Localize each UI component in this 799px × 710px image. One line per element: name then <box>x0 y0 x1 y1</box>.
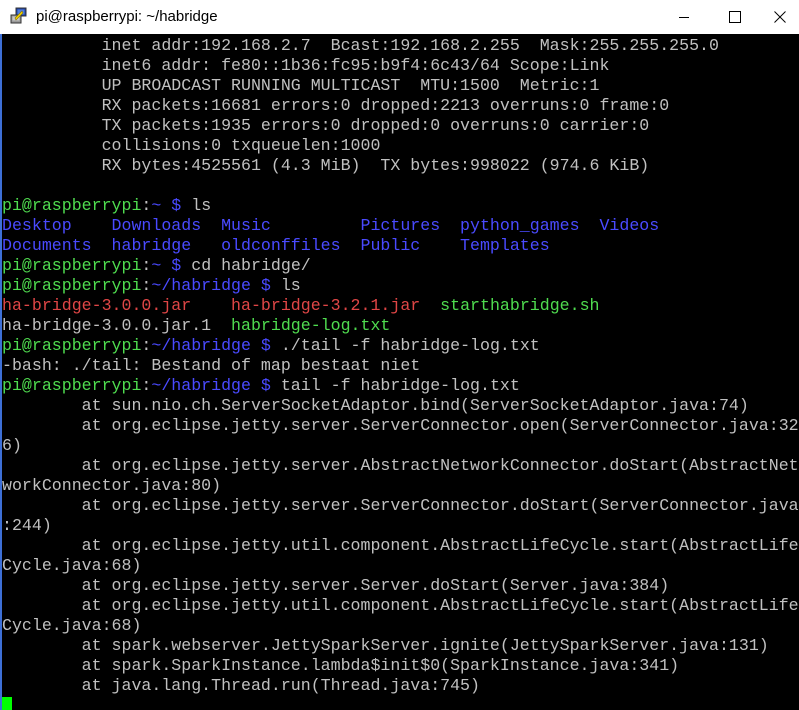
terminal-text-segment: cd habridge/ <box>191 256 311 275</box>
terminal-line: inet addr:192.168.2.7 Bcast:192.168.2.25… <box>2 36 799 56</box>
terminal-line: pi@raspberrypi:~/habridge $ ./tail -f ha… <box>2 336 799 356</box>
close-button[interactable] <box>757 0 799 33</box>
terminal-text-segment: pi@raspberrypi <box>2 336 142 355</box>
terminal-window: pi@raspberrypi: ~/habridge inet addr:192… <box>0 0 799 710</box>
minimize-button[interactable] <box>661 0 707 33</box>
terminal-text-segment: collisions:0 txqueuelen:1000 <box>2 136 381 155</box>
terminal-text-segment: at spark.webserver.JettySparkServer.igni… <box>2 636 769 655</box>
putty-icon <box>10 7 28 25</box>
terminal-text-segment: pi@raspberrypi <box>2 196 142 215</box>
terminal-text-segment: Desktop Downloads Music Pictures python_… <box>2 216 660 235</box>
terminal-text-segment: : <box>141 376 152 395</box>
terminal-text-segment: at java.lang.Thread.run(Thread.java:745) <box>2 676 480 695</box>
terminal-text-segment: pi@raspberrypi <box>2 376 142 395</box>
terminal-text-segment: ls <box>280 276 301 295</box>
maximize-icon <box>729 10 741 23</box>
terminal-line: :244) <box>2 516 799 536</box>
terminal-line: pi@raspberrypi:~/habridge $ ls <box>2 276 799 296</box>
terminal-line: at org.eclipse.jetty.server.ServerConnec… <box>2 416 799 436</box>
terminal-line: -bash: ./tail: Bestand of map bestaat ni… <box>2 356 799 376</box>
terminal-text-segment: at org.eclipse.jetty.util.component.Abst… <box>2 596 799 615</box>
terminal-text-segment: : <box>141 336 152 355</box>
terminal-line: collisions:0 txqueuelen:1000 <box>2 136 799 156</box>
minimize-icon <box>678 11 690 23</box>
terminal-output[interactable]: inet addr:192.168.2.7 Bcast:192.168.2.25… <box>0 34 799 710</box>
terminal-text-segment: ls <box>191 196 212 215</box>
terminal-line: Cycle.java:68) <box>2 616 799 636</box>
terminal-text-segment: at org.eclipse.jetty.server.Server.doSta… <box>2 576 670 595</box>
window-title: pi@raspberrypi: ~/habridge <box>36 8 218 25</box>
terminal-text-segment: RX packets:16681 errors:0 dropped:2213 o… <box>2 96 670 115</box>
terminal-line: at org.eclipse.jetty.util.component.Abst… <box>2 536 799 556</box>
terminal-text-segment: : <box>141 256 152 275</box>
close-icon <box>774 10 786 23</box>
terminal-line: at org.eclipse.jetty.server.Server.doSta… <box>2 576 799 596</box>
terminal-input-line[interactable] <box>2 696 799 710</box>
terminal-text-segment: RX bytes:4525561 (4.3 MiB) TX bytes:9980… <box>2 156 650 175</box>
terminal-line: at sun.nio.ch.ServerSocketAdaptor.bind(S… <box>2 396 799 416</box>
text-cursor <box>2 696 12 710</box>
terminal-line: pi@raspberrypi:~/habridge $ tail -f habr… <box>2 376 799 396</box>
terminal-line: Desktop Downloads Music Pictures python_… <box>2 216 799 236</box>
terminal-text-segment: workConnector.java:80) <box>2 476 222 495</box>
terminal-lines: inet addr:192.168.2.7 Bcast:192.168.2.25… <box>2 36 799 710</box>
terminal-text-segment: 6) <box>2 436 22 455</box>
terminal-line: at org.eclipse.jetty.server.ServerConnec… <box>2 496 799 516</box>
terminal-line: ha-bridge-3.0.0.jar ha-bridge-3.2.1.jar … <box>2 296 799 316</box>
terminal-text-segment: ha-bridge-3.0.0.jar ha-bridge-3.2.1.jar <box>2 296 441 315</box>
terminal-text-segment: pi@raspberrypi <box>2 276 142 295</box>
terminal-line: Cycle.java:68) <box>2 556 799 576</box>
terminal-line: RX bytes:4525561 (4.3 MiB) TX bytes:9980… <box>2 156 799 176</box>
terminal-line: Documents habridge oldconffiles Public T… <box>2 236 799 256</box>
terminal-text-segment: : <box>141 276 152 295</box>
terminal-text-segment: Cycle.java:68) <box>2 556 142 575</box>
terminal-line: at java.lang.Thread.run(Thread.java:745) <box>2 676 799 696</box>
terminal-text-segment: at sun.nio.ch.ServerSocketAdaptor.bind(S… <box>2 396 749 415</box>
terminal-line: RX packets:16681 errors:0 dropped:2213 o… <box>2 96 799 116</box>
terminal-text-segment: at org.eclipse.jetty.server.AbstractNetw… <box>2 456 799 475</box>
terminal-line: TX packets:1935 errors:0 dropped:0 overr… <box>2 116 799 136</box>
title-bar[interactable]: pi@raspberrypi: ~/habridge <box>0 0 799 34</box>
terminal-text-segment: UP BROADCAST RUNNING MULTICAST MTU:1500 … <box>2 76 600 95</box>
terminal-line: 6) <box>2 436 799 456</box>
terminal-text-segment: :244) <box>2 516 52 535</box>
terminal-text-segment: at org.eclipse.jetty.util.component.Abst… <box>2 536 799 555</box>
terminal-text-segment: ./tail -f habridge-log.txt <box>280 336 540 355</box>
terminal-text-segment: -bash: ./tail: Bestand of map bestaat ni… <box>2 356 421 375</box>
terminal-text-segment: ha-bridge-3.0.0.jar.1 <box>2 316 232 335</box>
terminal-text-segment: ~/habridge $ <box>151 376 281 395</box>
terminal-line: workConnector.java:80) <box>2 476 799 496</box>
terminal-text-segment: Documents habridge oldconffiles Public T… <box>2 236 550 255</box>
terminal-text-segment: starthabridge.sh <box>440 296 600 315</box>
terminal-text-segment: ~/habridge $ <box>151 336 281 355</box>
terminal-text-segment: ~ $ <box>151 196 192 215</box>
terminal-text-segment: : <box>141 196 152 215</box>
terminal-line: inet6 addr: fe80::1b36:fc95:b9f4:6c43/64… <box>2 56 799 76</box>
terminal-text-segment: ~/habridge $ <box>151 276 281 295</box>
maximize-button[interactable] <box>712 0 758 33</box>
terminal-text-segment: at org.eclipse.jetty.server.ServerConnec… <box>2 496 799 515</box>
terminal-text-segment: TX packets:1935 errors:0 dropped:0 overr… <box>2 116 650 135</box>
terminal-text-segment: at org.eclipse.jetty.server.ServerConnec… <box>2 416 799 435</box>
terminal-text-segment: pi@raspberrypi <box>2 256 142 275</box>
terminal-text-segment: at spark.SparkInstance.lambda$init$0(Spa… <box>2 656 680 675</box>
terminal-text-segment: Cycle.java:68) <box>2 616 142 635</box>
terminal-text-segment: habridge-log.txt <box>231 316 391 335</box>
terminal-text-segment: ~ $ <box>151 256 192 275</box>
terminal-line: pi@raspberrypi:~ $ ls <box>2 196 799 216</box>
terminal-text-segment: inet addr:192.168.2.7 Bcast:192.168.2.25… <box>2 36 719 55</box>
terminal-line: at org.eclipse.jetty.util.component.Abst… <box>2 596 799 616</box>
terminal-line: ha-bridge-3.0.0.jar.1 habridge-log.txt <box>2 316 799 336</box>
terminal-text-segment: tail -f habridge-log.txt <box>280 376 520 395</box>
terminal-text-segment: inet6 addr: fe80::1b36:fc95:b9f4:6c43/64… <box>2 56 610 75</box>
terminal-line: UP BROADCAST RUNNING MULTICAST MTU:1500 … <box>2 76 799 96</box>
terminal-line: at spark.SparkInstance.lambda$init$0(Spa… <box>2 656 799 676</box>
terminal-line: pi@raspberrypi:~ $ cd habridge/ <box>2 256 799 276</box>
terminal-line: at org.eclipse.jetty.server.AbstractNetw… <box>2 456 799 476</box>
terminal-line: at spark.webserver.JettySparkServer.igni… <box>2 636 799 656</box>
